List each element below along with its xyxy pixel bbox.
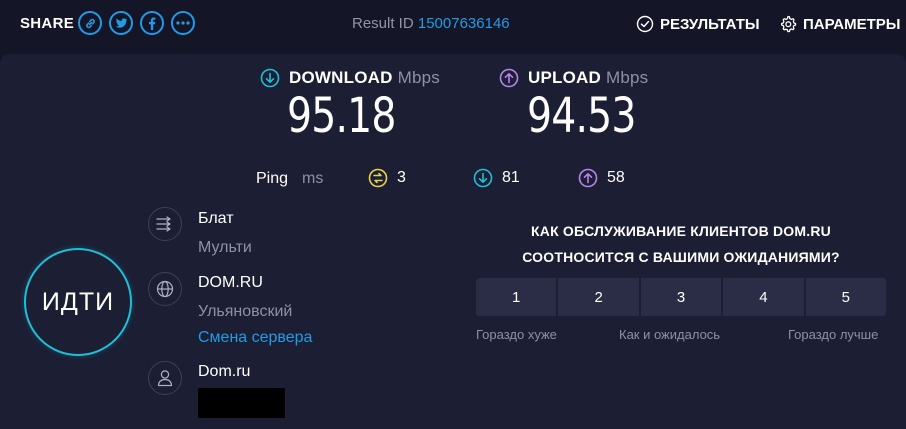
provider-title: Dom.ru [198, 363, 251, 380]
upload-header: UPLOAD Mbps [499, 68, 648, 88]
twitter-icon[interactable] [109, 11, 133, 35]
scale-high-label: Гораздо лучше [788, 327, 879, 342]
go-button[interactable]: ИДТИ [24, 248, 132, 356]
ping-latency-icon [368, 168, 388, 188]
ping-download-icon [473, 168, 493, 188]
go-label: ИДТИ [41, 287, 115, 316]
server-title: DOM.RU [198, 274, 263, 291]
results-label: РЕЗУЛЬТАТЫ [660, 15, 760, 33]
ping-download: 81 [473, 168, 520, 188]
rating-option-4[interactable]: 4 [723, 278, 804, 316]
results-button[interactable]: РЕЗУЛЬТАТЫ [636, 15, 760, 33]
ping-label: Ping [256, 170, 289, 187]
top-bar: SHARE Result ID 15007636146 РЕЗУЛЬТАТЫ П… [0, 0, 906, 48]
upload-value: 94.53 [527, 88, 636, 144]
globe-icon [148, 272, 182, 306]
link-icon[interactable] [78, 11, 102, 35]
rating-option-1[interactable]: 1 [476, 278, 557, 316]
rating-option-3[interactable]: 3 [640, 278, 722, 316]
download-header: DOWNLOAD Mbps [260, 68, 440, 88]
result-id-prefix: Result ID [352, 15, 414, 32]
upload-label: UPLOAD [528, 68, 601, 87]
connections-icon[interactable] [148, 207, 182, 241]
check-circle-icon [636, 15, 654, 33]
scale-low-label: Гораздо хуже [476, 327, 557, 342]
share-label: SHARE [20, 15, 75, 32]
gear-icon [779, 15, 797, 33]
upload-arrow-icon [499, 68, 519, 88]
change-server-link[interactable]: Смена сервера [198, 329, 312, 347]
ping-row: Ping ms 3 81 58 [0, 168, 906, 190]
settings-button[interactable]: ПАРАМЕТРЫ [779, 15, 901, 33]
connection-subtitle: Мульти [198, 239, 252, 256]
rating-option-2[interactable]: 2 [558, 278, 639, 316]
ping-unit: ms [302, 170, 324, 187]
ping-upload-value: 58 [607, 169, 625, 186]
rating-option-5[interactable]: 5 [805, 278, 887, 316]
more-icon[interactable] [171, 11, 195, 35]
scale-mid-label: Как и ожидалось [619, 327, 721, 342]
result-id-link[interactable]: 15007636146 [418, 15, 510, 32]
survey-question: КАК ОБСЛУЖИВАНИЕ КЛИЕНТОВ DOM.RU СООТНОС… [476, 218, 886, 270]
ping-upload: 58 [578, 168, 625, 188]
settings-label: ПАРАМЕТРЫ [803, 15, 901, 33]
facebook-icon[interactable] [140, 11, 164, 35]
ping-idle: 3 [368, 168, 406, 188]
survey-question-line1: КАК ОБСЛУЖИВАНИЕ КЛИЕНТОВ DOM.RU [531, 223, 831, 239]
rating-scale: 1 2 3 4 5 [476, 278, 887, 316]
connection-title: Блат [198, 210, 234, 227]
download-unit: Mbps [397, 68, 440, 87]
ping-idle-value: 3 [397, 169, 406, 186]
survey-question-line2: СООТНОСИТСЯ С ВАШИМИ ОЖИДАНИЯМИ? [522, 249, 840, 265]
download-label: DOWNLOAD [289, 68, 393, 87]
user-icon [148, 361, 182, 395]
server-location: Ульяновский [198, 303, 293, 320]
download-arrow-icon [260, 68, 280, 88]
result-id: Result ID 15007636146 [352, 15, 510, 32]
upload-unit: Mbps [605, 68, 649, 87]
redacted-ip [198, 388, 285, 418]
ping-upload-icon [578, 168, 598, 188]
download-value: 95.18 [287, 88, 396, 144]
ping-download-value: 81 [502, 169, 520, 186]
